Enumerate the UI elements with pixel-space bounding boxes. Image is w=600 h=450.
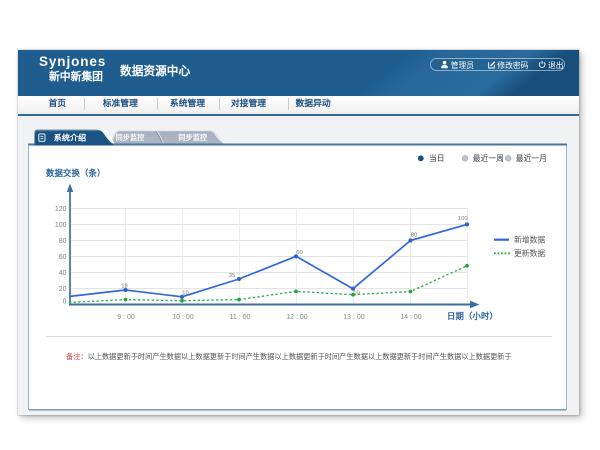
svg-text:100: 100 <box>458 216 468 222</box>
svg-text:新增数据: 新增数据 <box>514 235 545 245</box>
svg-text:系统介绍: 系统介绍 <box>54 132 86 142</box>
svg-text:备注：以上数据更新于时间产生数据以上数据更新于时间产生数据以: 备注：以上数据更新于时间产生数据以上数据更新于时间产生数据以上数据更新于时间产生… <box>66 352 512 361</box>
svg-text:9 : 00: 9 : 00 <box>117 314 135 321</box>
svg-text:日期（小时）: 日期（小时） <box>447 311 498 321</box>
svg-text:60: 60 <box>296 250 302 256</box>
svg-text:更新数据: 更新数据 <box>514 248 545 258</box>
svg-text:10: 10 <box>353 290 359 296</box>
svg-text:11 : 00: 11 : 00 <box>230 314 251 321</box>
svg-text:10 : 00: 10 : 00 <box>172 314 194 321</box>
svg-text:数据交换（条）: 数据交换（条） <box>46 168 105 178</box>
svg-text:80: 80 <box>411 233 417 239</box>
svg-text:60: 60 <box>59 254 67 261</box>
svg-text:当日: 当日 <box>429 153 445 163</box>
svg-text:0: 0 <box>63 299 67 306</box>
svg-text:最近一周: 最近一周 <box>473 153 504 163</box>
svg-text:18: 18 <box>121 284 127 290</box>
svg-text:12 : 00: 12 : 00 <box>286 314 308 321</box>
svg-text:100: 100 <box>55 222 67 229</box>
svg-text:10: 10 <box>182 291 188 297</box>
svg-text:80: 80 <box>59 238 67 245</box>
svg-text:最近一月: 最近一月 <box>516 153 547 163</box>
svg-text:14 : 00: 14 : 00 <box>400 314 422 321</box>
svg-text:同步监控: 同步监控 <box>178 133 208 142</box>
svg-text:40: 40 <box>59 270 67 277</box>
svg-text:120: 120 <box>55 206 67 213</box>
svg-text:13 : 00: 13 : 00 <box>343 314 365 321</box>
svg-text:35: 35 <box>229 273 235 279</box>
svg-text:同步监控: 同步监控 <box>116 133 146 142</box>
svg-text:20: 20 <box>59 286 67 293</box>
